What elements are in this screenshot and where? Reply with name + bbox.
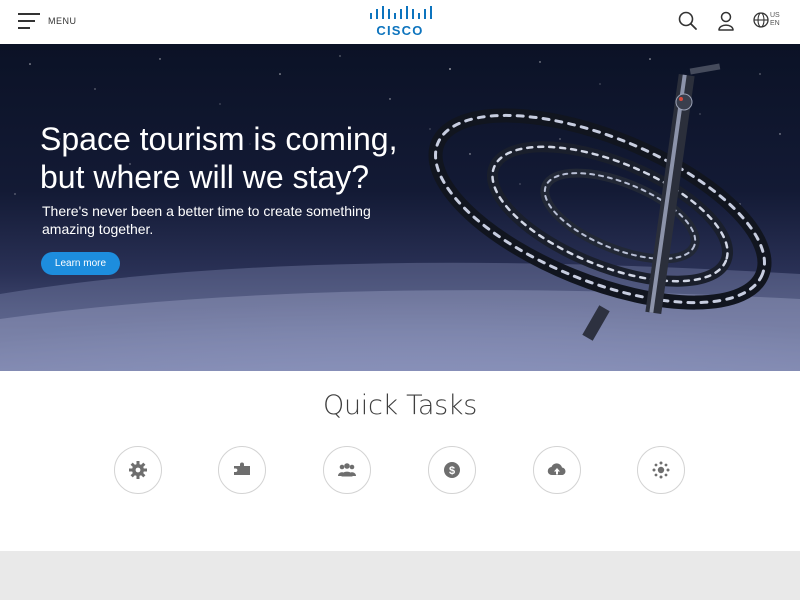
logo-wordmark: CISCO — [376, 23, 424, 38]
quick-task-team[interactable] — [323, 446, 371, 494]
hero-title-line-2: but where will we stay? — [40, 159, 370, 195]
gear-icon — [129, 461, 147, 479]
locale-label: US EN — [770, 12, 780, 28]
account-button[interactable] — [713, 8, 739, 34]
quick-tasks-title: Quick Tasks — [323, 390, 477, 421]
hero-subtitle-line-1: There's never been a better time to crea… — [42, 203, 371, 219]
learn-more-button[interactable]: Learn more — [41, 252, 120, 275]
quick-task-billing[interactable]: $ — [428, 446, 476, 494]
hero-subtitle: There's never been a better time to crea… — [42, 202, 402, 238]
menu-label: MENU — [48, 16, 77, 26]
locale-language: EN — [770, 20, 780, 27]
hub-icon — [652, 461, 670, 479]
quick-task-settings[interactable] — [114, 446, 162, 494]
hero-title: Space tourism is coming, but where will … — [40, 120, 480, 196]
locale-region: US — [770, 12, 780, 19]
hero-title-line-1: Space tourism is coming, — [40, 121, 398, 157]
users-icon — [338, 463, 356, 477]
quick-task-upload[interactable] — [533, 446, 581, 494]
menu-button[interactable]: MENU — [18, 9, 77, 33]
globe-icon — [753, 12, 769, 28]
hero-banner: Space tourism is coming, but where will … — [0, 44, 800, 371]
user-icon — [718, 11, 734, 31]
footer-band — [0, 551, 800, 600]
hamburger-icon — [18, 13, 40, 29]
search-button[interactable] — [675, 8, 701, 34]
site-header: MENU CISCO US EN — [0, 0, 800, 45]
cisco-logo[interactable]: CISCO — [366, 5, 434, 39]
quick-task-integrations[interactable] — [218, 446, 266, 494]
svg-text:$: $ — [449, 465, 455, 477]
quick-task-network[interactable] — [637, 446, 685, 494]
search-icon — [678, 11, 697, 30]
puzzle-icon — [234, 462, 250, 475]
dollar-icon: $ — [444, 462, 460, 478]
hero-subtitle-line-2: amazing together. — [42, 221, 154, 237]
cloud-upload-icon — [547, 463, 566, 476]
logo-bars-icon — [370, 6, 432, 19]
